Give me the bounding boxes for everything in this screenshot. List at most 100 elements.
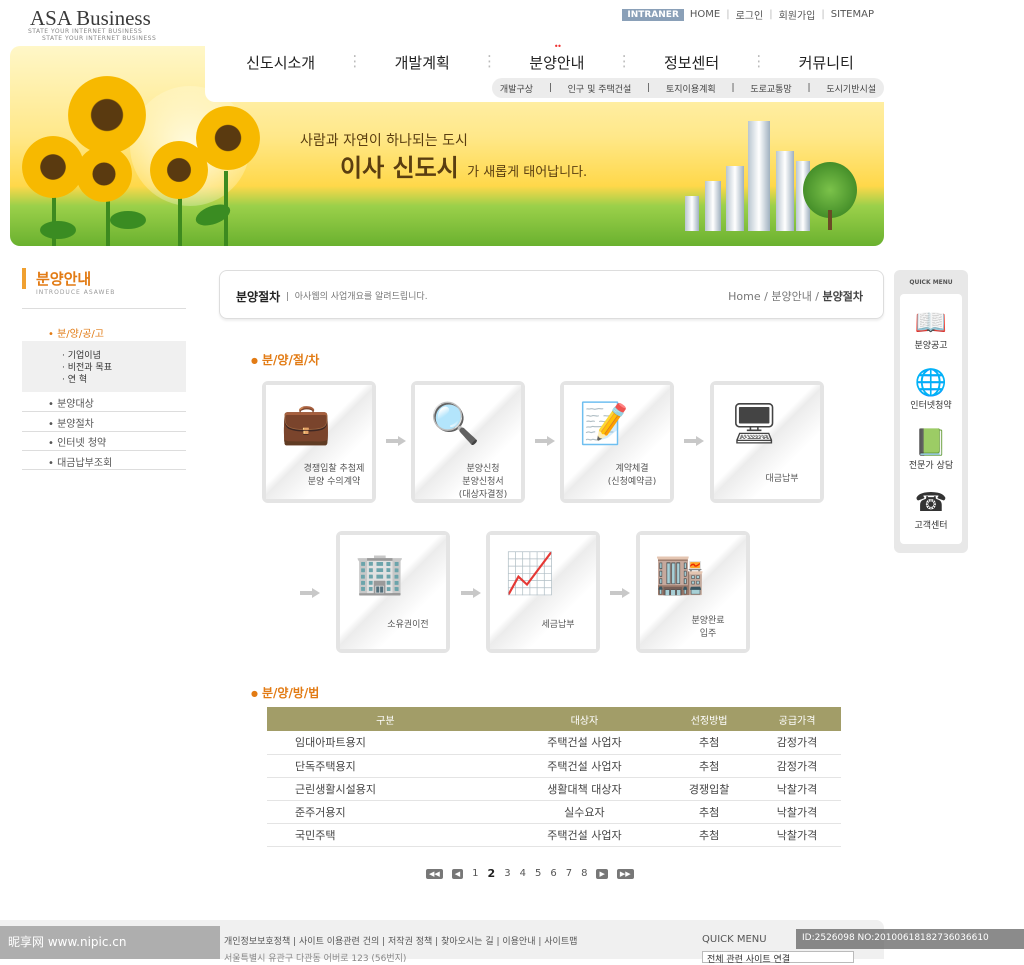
first-page-icon[interactable]: ◀◀ [426,868,443,879]
footer-link[interactable]: 사이트맵 [544,937,577,947]
table-cell: 추첨 [665,754,754,778]
page-description: | 아사웹의 사업개요를 알려드립니다. [286,292,428,302]
table-cell: 낙찰가격 [753,800,841,824]
table-cell: 감정가격 [753,731,841,755]
table-row: 국민주택 주택건설 사업자 추첨 낙찰가격 [267,823,841,847]
footer-link[interactable]: 찾아오시는 길 [441,937,494,947]
briefcase-icon: 💼 [281,400,331,447]
monitor-icon: 🖥 [728,400,780,447]
family-site-select[interactable]: 전체 관련 사이트 연결 [702,951,854,965]
join-link[interactable]: 회원가입 [779,7,816,22]
breadcrumb-mid[interactable]: 분양안내 [771,290,811,303]
intranet-link[interactable]: INTRANER [622,8,684,21]
sunflower-icon [68,76,146,154]
table-row: 단독주택용지 주택건설 사업자 추첨 감정가격 [267,754,841,778]
subnav-item[interactable]: 개발구상 [500,82,533,95]
table-header-row: 구분 대상자 선정방법 공급가격 [267,707,841,731]
table-cell: 경쟁입찰 [665,777,754,801]
gnb-item-plan[interactable]: 개발계획 [395,52,450,73]
quick-item-notice[interactable]: 📖 분양공고 [900,308,962,351]
home-link[interactable]: HOME [690,9,720,20]
page-link[interactable]: 5 [535,868,541,879]
logo-tagline: STATE YOUR INTERNET BUSINESS STATE YOUR … [28,28,157,42]
page-link-current[interactable]: 2 [488,867,496,880]
quick-menu-title: QUICK MENU [909,279,953,286]
banner-slogan: 이사 신도시 가 새롭게 태어납니다. [340,154,588,182]
subnav-item[interactable]: 토지이용계획 [666,82,716,95]
subnav-item[interactable]: 도로교통망 [750,82,791,95]
arrow-right-icon [461,588,481,598]
page-link[interactable]: 7 [566,868,572,879]
quick-item-support[interactable]: ☎ 고객센터 [900,488,962,531]
footer-link[interactable]: 이용안내 [502,937,535,947]
table-cell: 추첨 [665,800,754,824]
footer-address: 서울특별시 유관구 다관동 어버로 123 (56번지) [224,954,407,964]
process-step: 🔍 분양신청 분양신청서 (대상자결정) [411,381,525,503]
subnav-item[interactable]: 도시기반시설 [826,82,876,95]
table-cell: 국민주택 [267,823,504,847]
content-header: 분양절차 | 아사웹의 사업개요를 알려드립니다. Home / 분양안내 / … [219,270,884,319]
sub-navigation: 개발구상 | 인구 및 주택건설 | 토지이용계획 | 도로교통망 | 도시기반시설 [492,78,884,98]
quick-menu: QUICK MENU 📖 분양공고 🌐 인터넷청약 📗 전문가 상담 ☎ 고객센… [894,270,968,553]
telephone-icon: ☎ [914,488,948,518]
sitemap-link[interactable]: SITEMAP [831,9,874,20]
lnb-item[interactable]: • 인터넷 청약 [48,434,106,449]
lnb-item[interactable]: • 분양절차 [48,415,94,430]
quick-item-consult[interactable]: 📗 전문가 상담 [900,428,962,471]
gnb-item-intro[interactable]: 신도시소개 [246,52,315,73]
process-step: 🖥 대금납부 [710,381,824,503]
table-cell: 추첨 [665,823,754,847]
lnb-item-active[interactable]: • 분/양/공/고 [48,325,104,340]
table-header: 선정방법 [665,707,754,731]
table-cell: 실수요자 [503,800,666,824]
quick-item-internet[interactable]: 🌐 인터넷청약 [900,368,962,411]
lnb-item[interactable]: • 분양대상 [48,395,94,410]
arrow-right-icon [610,588,630,598]
next-page-icon[interactable]: ▶ [596,868,608,879]
lnb-subtitle: INTRODUCE ASAWEB [36,289,116,296]
watermark-right: ID:2526098 NO:20100618182736036610 [796,929,1024,949]
page-link[interactable]: 6 [550,868,556,879]
table-cell: 주택건설 사업자 [503,823,666,847]
login-link[interactable]: 로그인 [736,7,764,22]
arrow-right-icon [684,436,704,446]
gnb-item-info[interactable]: 정보센터 [664,52,719,73]
globe-icon: 🌐 [914,368,948,398]
building-folder-icon: 🏢 [355,550,405,597]
subnav-item[interactable]: 인구 및 주택건설 [568,82,632,95]
lnb-subitem[interactable]: · 연 혁 [62,372,87,385]
footer-quick-label: QUICK MENU [702,934,767,945]
process-step: 🏬 분양완료 입주 [636,531,750,653]
page-link[interactable]: 3 [504,868,510,879]
footer-links: 개인정보보호정책 | 사이트 이용관련 건의 | 저작권 정책 | 찾아오시는 … [224,937,578,947]
last-page-icon[interactable]: ▶▶ [616,868,634,879]
page-link[interactable]: 8 [581,868,587,879]
gnb-item-sale[interactable]: 분양안내 [529,52,584,73]
magnifier-map-icon: 🔍 [430,400,480,447]
table-cell: 생활대책 대상자 [503,777,666,801]
table-cell: 임대아파트용지 [267,731,504,755]
book-icon: 📖 [914,308,948,338]
page-link[interactable]: 1 [472,868,478,879]
pagination: ◀◀ ◀ 1 2 3 4 5 6 7 8 ▶ ▶▶ [426,867,634,880]
footer-link[interactable]: 사이트 이용관련 건의 [299,937,379,947]
table-cell: 주택건설 사업자 [503,731,666,755]
breadcrumb-home[interactable]: Home [728,290,760,303]
section-title-process: 분/양/절/차 [251,351,319,368]
footer-link[interactable]: 개인정보보호정책 [224,937,290,947]
building-balloon-icon: 🏬 [655,550,705,597]
breadcrumb: Home / 분양안내 / 분양절차 [728,290,863,303]
gnb-item-community[interactable]: 커뮤니티 [799,52,854,73]
banner-headline: 사람과 자연이 하나되는 도시 [300,133,468,149]
table-cell: 감정가격 [753,754,841,778]
lnb-item[interactable]: • 대금납부조회 [48,454,112,469]
footer-link[interactable]: 저작권 정책 [388,937,432,947]
table-header: 공급가격 [753,707,841,731]
arrow-right-icon [386,436,406,446]
prev-page-icon[interactable]: ◀ [451,868,464,879]
page-link[interactable]: 4 [520,868,526,879]
process-step: 💼 경쟁입찰 추첨제 분양 수의계약 [262,381,376,503]
main-navigation: 신도시소개 ⋮ 개발계획 ⋮ 분양안내 ⋮ 정보센터 ⋮ 커뮤니티 [230,52,870,73]
table-cell: 근린생활시설용지 [267,777,504,801]
table-row: 근린생활시설용지 생활대책 대상자 경쟁입찰 낙찰가격 [267,777,841,801]
